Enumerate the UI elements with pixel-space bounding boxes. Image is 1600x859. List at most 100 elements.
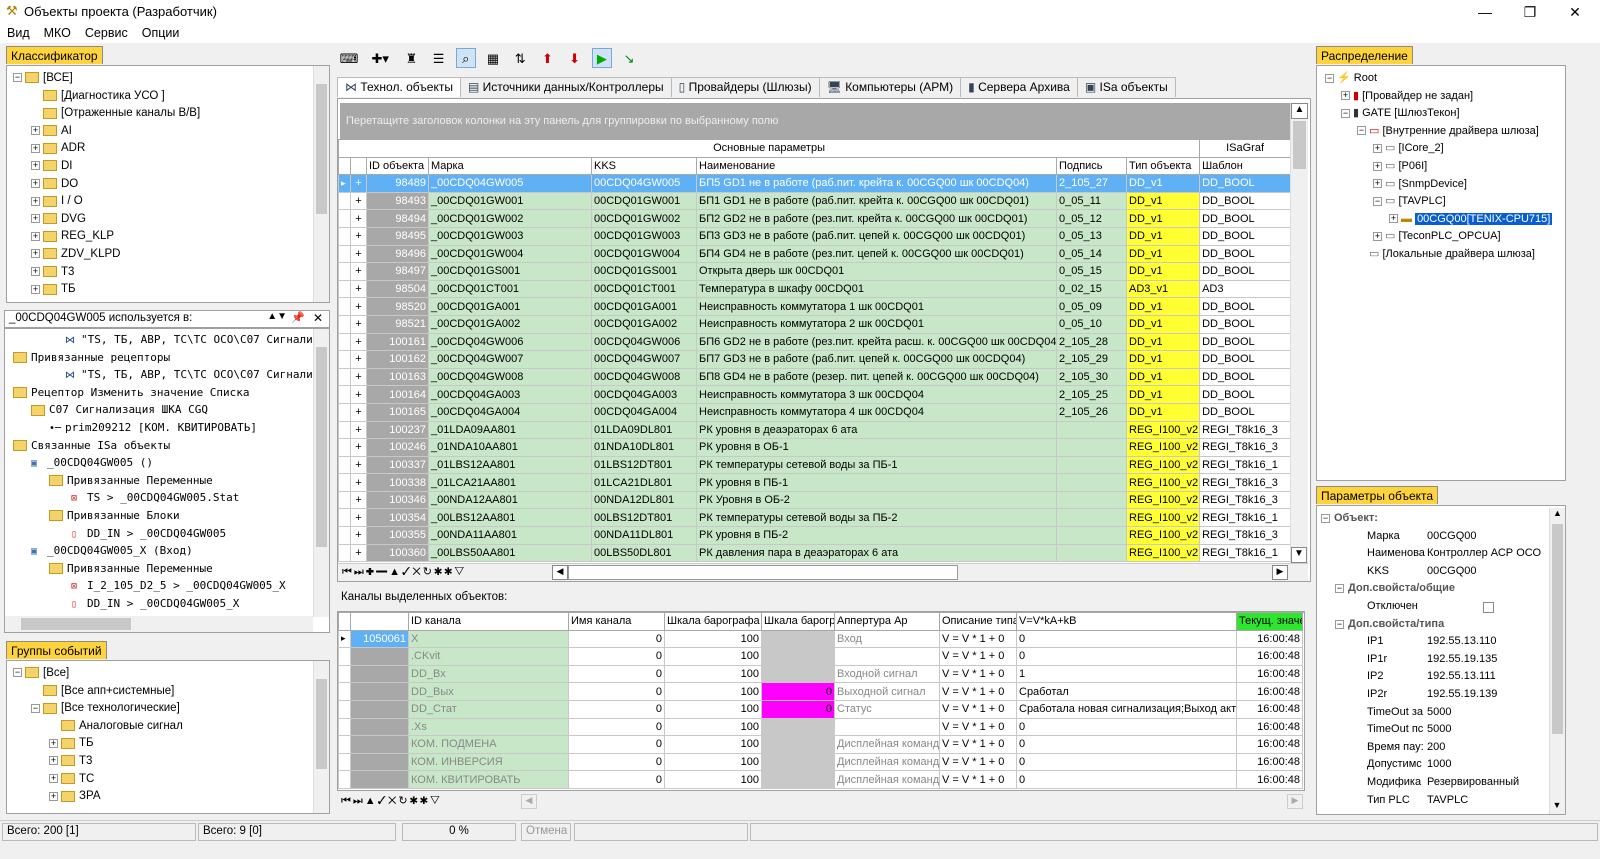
table-cell[interactable]: _01LDA09AA801: [428, 420, 592, 440]
keyboard-icon[interactable]: ⌨: [339, 49, 359, 69]
table-cell[interactable]: _00CDQ04GA003: [428, 385, 592, 404]
collapse-icon[interactable]: −: [1373, 196, 1382, 206]
channel-cell[interactable]: 0: [568, 629, 665, 649]
table-cell[interactable]: 00CDQ04GW007: [591, 350, 697, 369]
table-cell[interactable]: REG_I100_v2: [1125, 490, 1201, 510]
tab-computers[interactable]: 🖥 Компьютеры (АРМ): [818, 77, 962, 97]
menu-mko[interactable]: МКО: [37, 24, 78, 42]
classifier-title[interactable]: Классификатор: [6, 46, 103, 64]
table-cell[interactable]: 2_105_30: [1056, 367, 1127, 387]
classifier-item[interactable]: + T3: [13, 264, 313, 282]
table-cell[interactable]: [1056, 526, 1127, 545]
table-cell[interactable]: _00LBS12AA801: [428, 508, 592, 528]
table-cell[interactable]: 0_05_09: [1056, 297, 1127, 316]
channel-cell[interactable]: V = V * 1 + 0: [939, 699, 1017, 719]
expand-icon[interactable]: +: [1373, 179, 1382, 189]
table-cell[interactable]: 0_02_15: [1056, 279, 1127, 299]
channel-cell[interactable]: 16:00:48: [1236, 770, 1303, 789]
classifier-item[interactable]: + ADR: [13, 140, 313, 158]
expand-icon[interactable]: +: [31, 284, 40, 294]
table-cell[interactable]: 00NDA12DL801: [591, 490, 697, 510]
expand-icon[interactable]: +: [350, 543, 367, 563]
table-cell[interactable]: Температура в шкафу 00CDQ01: [696, 279, 1057, 299]
expand-icon[interactable]: +: [350, 438, 367, 457]
channel-cell[interactable]: .Xs: [408, 717, 569, 737]
table-cell[interactable]: DD_v1: [1125, 402, 1201, 422]
table-cell[interactable]: [1056, 473, 1127, 492]
channel-cell[interactable]: КОМ. ИНВЕРСИЯ: [408, 752, 569, 772]
classifier-scrollbar[interactable]: [313, 66, 329, 302]
classifier-item[interactable]: + AI: [13, 123, 313, 141]
table-cell[interactable]: REG_I100_v2: [1125, 420, 1201, 440]
table-row[interactable]: +100165 _00CDQ04GA004 00CDQ04GA004 Неисправ…: [338, 402, 1290, 422]
channel-cell[interactable]: [834, 717, 940, 737]
table-cell[interactable]: РК уровня в ОБ-1: [696, 438, 1057, 457]
param-row[interactable]: TimeOut за 5000: [1321, 704, 1547, 722]
classifier-item[interactable]: [Отраженные каналы В/В]: [13, 105, 313, 123]
events-title[interactable]: Группы событий: [6, 641, 107, 659]
usage-item[interactable]: ▣ _00CDQ04GW005_X (Вход): [9, 542, 313, 560]
table-cell[interactable]: РК температуры сетевой воды за ПБ-1: [696, 455, 1057, 475]
usage-vscrollbar[interactable]: [313, 329, 329, 617]
channel-row[interactable]: КОМ. ИНВЕРСИЯ 0 100 Дисплейная команда V = V…: [338, 752, 1303, 772]
channel-cell[interactable]: 0: [761, 682, 835, 701]
collapse-icon[interactable]: −: [1325, 73, 1334, 83]
channel-cell[interactable]: V = V * 1 + 0: [939, 664, 1017, 684]
channel-cell[interactable]: 100: [664, 629, 762, 649]
table-cell[interactable]: 01NDA10DL801: [591, 438, 697, 457]
table-cell[interactable]: [1056, 543, 1127, 563]
collapse-icon[interactable]: −: [1335, 584, 1344, 594]
classifier-item[interactable]: − [ВСЕ]: [13, 70, 313, 88]
expand-icon[interactable]: +: [350, 526, 367, 545]
channel-cell[interactable]: 100: [664, 717, 762, 737]
expand-icon[interactable]: +: [31, 231, 40, 241]
table-row[interactable]: +100237 _01LDA09AA801 01LDA09DL801 РК уровн…: [338, 420, 1290, 440]
param-row[interactable]: IP2r 192.55.19.139: [1321, 686, 1547, 704]
expand-icon[interactable]: +: [350, 490, 367, 510]
usage-hscrollbar[interactable]: [5, 616, 313, 632]
table-cell[interactable]: _00CDQ01GA001: [428, 297, 592, 316]
channel-cell[interactable]: [350, 682, 409, 701]
channel-cell[interactable]: 100: [664, 770, 762, 789]
channel-cell[interactable]: 16:00:48: [1236, 664, 1303, 684]
channel-cell[interactable]: [834, 647, 940, 666]
table-cell[interactable]: БП5 GD1 не в работе (раб.пит. крейта к. …: [696, 174, 1057, 193]
table-cell[interactable]: РК давления пара в деаэраторах 6 ата: [696, 543, 1057, 563]
param-row[interactable]: − Объект:: [1321, 510, 1547, 528]
table-row[interactable]: +98504 _00CDQ01CT001 00CDQ01CT001 Температу…: [338, 279, 1290, 299]
usage-item[interactable]: ⋈ "TS, TБ, АВР, ТС\ТС ОСО\С07 Сигнализ: [9, 366, 313, 384]
table-cell[interactable]: 2_105_28: [1056, 332, 1127, 352]
collapse-icon[interactable]: −: [1357, 126, 1366, 136]
expand-icon[interactable]: +: [350, 314, 367, 334]
channel-cell[interactable]: [350, 699, 409, 719]
table-cell[interactable]: 00CDQ01GW003: [591, 226, 697, 246]
distribution-item[interactable]: + ▭ [TeconPLC_OPCUA]: [1321, 228, 1565, 246]
table-cell[interactable]: 00CDQ01GA002: [591, 314, 697, 334]
channel-column-header[interactable]: Шкала барографа: [761, 612, 835, 631]
distribution-item[interactable]: − ⚡ Root: [1321, 70, 1565, 88]
collapse-icon[interactable]: −: [1341, 108, 1350, 118]
table-cell[interactable]: 2_105_25: [1056, 385, 1127, 404]
table-cell[interactable]: 2_105_26: [1056, 402, 1127, 422]
filter-icon[interactable]: ⌕: [455, 48, 476, 68]
column-header[interactable]: Наименование: [696, 156, 1057, 176]
usage-item[interactable]: ⊠ I_2_105_D2_5 > _00CDQ04GW005_X: [9, 577, 313, 595]
table-cell[interactable]: DD_v1: [1125, 350, 1201, 369]
table-cell[interactable]: 00CDQ01GA001: [591, 297, 697, 316]
table-cell[interactable]: _00CDQ01GS001: [428, 262, 592, 281]
table-cell[interactable]: 00CDQ01CT001: [591, 279, 697, 299]
channel-cell[interactable]: 100: [664, 682, 762, 701]
channel-cell[interactable]: [350, 647, 409, 666]
expand-icon[interactable]: +: [49, 774, 58, 784]
events-scrollbar[interactable]: [313, 661, 329, 813]
usage-item[interactable]: ▯ DD_IN > _00CDQ04GW005: [9, 525, 313, 543]
table-cell[interactable]: РК температуры сетевой воды за ПБ-2: [696, 508, 1057, 528]
table-cell[interactable]: 00CDQ04GW005: [591, 174, 697, 193]
classifier-item[interactable]: [Диагностика УСО ]: [13, 88, 313, 106]
table-cell[interactable]: 100161: [366, 332, 429, 352]
table-cell[interactable]: _00LBS50AA801: [428, 543, 592, 563]
classifier-item[interactable]: + ZDV_KLPD: [13, 246, 313, 264]
table-cell[interactable]: REGI_T8k16_1: [1199, 455, 1290, 475]
channel-cell[interactable]: 0: [568, 770, 665, 789]
table-cell[interactable]: 98496: [366, 244, 429, 264]
